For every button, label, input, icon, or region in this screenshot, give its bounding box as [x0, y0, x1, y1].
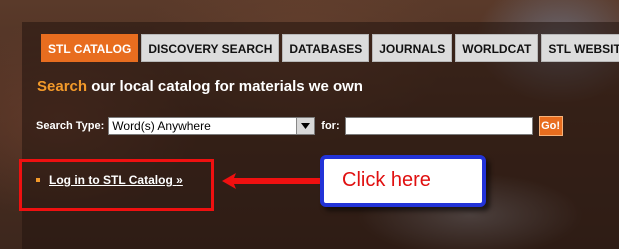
- annotation-arrow: [222, 173, 322, 189]
- click-here-callout: Click here: [320, 155, 486, 207]
- arrow-icon: [222, 173, 322, 189]
- callout-text: Click here: [342, 169, 431, 191]
